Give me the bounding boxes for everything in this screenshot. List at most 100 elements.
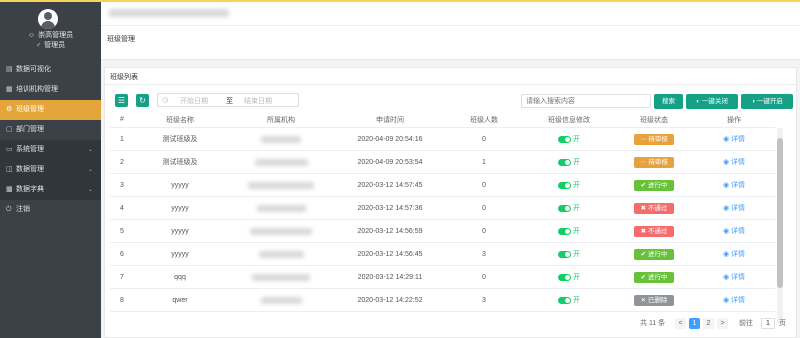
search-input[interactable] xyxy=(521,94,651,108)
edit-toggle-switch[interactable]: 开 xyxy=(558,134,580,144)
detail-link[interactable]: ◉ 详情 xyxy=(723,272,745,282)
obscured-org xyxy=(250,227,312,235)
switch-label: 开 xyxy=(573,136,580,143)
search-button[interactable]: 搜索 xyxy=(654,94,683,109)
page-unit-label: 页 xyxy=(779,320,786,327)
sidebar: ☺ 崇高管理员 ♂ 管理员 ▤ 数据可视化 ▦ 培训机构管理 ⚙ 班级管理 ▢ 部门管理 ▭… xyxy=(0,2,101,338)
date-range-picker[interactable]: ◷ 开始日期 至 结束日期 xyxy=(157,93,299,107)
edit-toggle-switch[interactable]: 开 xyxy=(558,295,580,305)
table-row: 3 yyyyy 2020-03-12 14:57:45 0 开 ✔ 进行中 ◉ 详情 xyxy=(110,174,775,197)
edit-toggle-switch[interactable]: 开 xyxy=(558,157,580,167)
class-name: yyyyy xyxy=(171,227,189,235)
column-header: 班级名称 xyxy=(166,116,194,124)
row-number: 3 xyxy=(120,181,124,189)
org-name xyxy=(226,220,336,242)
column-header: 操作 xyxy=(727,116,741,124)
user-role-row: ♂ 管理员 xyxy=(0,40,101,50)
status-text: 进行中 xyxy=(647,273,668,281)
eye-icon: ◉ xyxy=(722,182,732,189)
sidebar-item-classes[interactable]: ⚙ 班级管理 xyxy=(0,100,101,120)
switch-label: 开 xyxy=(573,182,580,189)
table-row: 5 yyyyy 2020-03-12 14:56:59 0 开 ✖ 不通过 ◉ 详情 xyxy=(110,220,775,243)
sidebar-item-visualization[interactable]: ▤ 数据可视化 xyxy=(0,60,101,80)
switch-label: 开 xyxy=(573,274,580,281)
status-badge: ✕ 已删除 xyxy=(634,294,674,306)
detail-link[interactable]: ◉ 详情 xyxy=(723,295,745,305)
sidebar-item-dictionary[interactable]: ▩ 数据字典 ⌄ xyxy=(0,180,101,200)
apply-time: 2020-03-12 14:57:45 xyxy=(357,181,423,189)
eye-icon: ◉ xyxy=(722,274,732,281)
date-end-input[interactable]: 结束日期 xyxy=(244,96,272,106)
org-name xyxy=(226,151,336,173)
column-header: # xyxy=(120,116,124,123)
edit-toggle-switch[interactable]: 开 xyxy=(558,180,580,190)
switch-track xyxy=(558,158,571,166)
action-cell: ◉ 详情 xyxy=(694,197,774,219)
detail-link[interactable]: ◉ 详情 xyxy=(723,249,745,259)
obscured-org xyxy=(261,135,301,143)
sidebar-item-system[interactable]: ▭ 系统管理 ⌄ xyxy=(0,140,101,160)
sidebar-item-institutions[interactable]: ▦ 培训机构管理 xyxy=(0,80,101,100)
sidebar-item-departments[interactable]: ▢ 部门管理 xyxy=(0,120,101,140)
table-scrollbar[interactable] xyxy=(777,128,783,323)
detail-link[interactable]: ◉ 详情 xyxy=(723,180,745,190)
book-icon: ▩ xyxy=(6,186,13,193)
calendar-icon: ◷ xyxy=(162,97,169,104)
scrollbar-thumb[interactable] xyxy=(777,138,783,288)
sidebar-item-logout[interactable]: ⏻ 注销 xyxy=(0,200,101,220)
action-cell: ◉ 详情 xyxy=(694,151,774,173)
edit-switch-cell: 开 xyxy=(524,197,614,219)
org-name xyxy=(226,266,336,288)
status-cell: ✔ 进行中 xyxy=(614,266,694,288)
class-size: 1 xyxy=(482,158,486,166)
status-badge: ✔ 进行中 xyxy=(634,271,674,283)
class-name: yyyyy xyxy=(171,181,189,189)
detail-link[interactable]: ◉ 详情 xyxy=(723,134,745,144)
class-size: 3 xyxy=(482,250,486,258)
close-all-button[interactable]: ◐ 一键关闭 xyxy=(686,94,738,109)
date-start-input[interactable]: 开始日期 xyxy=(180,96,208,106)
prev-page-button[interactable]: < xyxy=(675,318,686,329)
edit-toggle-switch[interactable]: 开 xyxy=(558,249,580,259)
column-header: 班级状态 xyxy=(640,116,668,124)
eye-icon: ◉ xyxy=(722,159,732,166)
sidebar-item-data[interactable]: ◫ 数据管理 ⌄ xyxy=(0,160,101,180)
divider xyxy=(105,84,796,85)
column-header: 所属机构 xyxy=(267,116,295,124)
org-name xyxy=(226,174,336,196)
page-2-button[interactable]: 2 xyxy=(703,318,714,329)
class-name: yyyyy xyxy=(171,250,189,258)
class-name: 测试班级及 xyxy=(162,136,198,143)
action-cell: ◉ 详情 xyxy=(694,128,774,150)
edit-toggle-switch[interactable]: 开 xyxy=(558,226,580,236)
goto-page-input[interactable]: 1 xyxy=(761,318,775,329)
chevron-down-icon: ⌄ xyxy=(87,167,93,173)
detail-link[interactable]: ◉ 详情 xyxy=(723,203,745,213)
status-text: 不通过 xyxy=(647,204,668,212)
class-name: yyyyy xyxy=(171,204,189,212)
monitor-icon: ▭ xyxy=(6,146,13,153)
detail-link[interactable]: ◉ 详情 xyxy=(723,226,745,236)
page-1-button[interactable]: 1 xyxy=(689,318,700,329)
detail-link[interactable]: ◉ 详情 xyxy=(723,157,745,167)
next-page-button[interactable]: > xyxy=(717,318,728,329)
edit-toggle-switch[interactable]: 开 xyxy=(558,272,580,282)
row-number: 2 xyxy=(120,158,124,166)
row-number: 7 xyxy=(120,273,124,281)
eye-icon: ◉ xyxy=(722,205,732,212)
switch-label: 开 xyxy=(573,228,580,235)
status-cell: ⋯ 待审核 xyxy=(614,128,694,150)
table-row: 2 测试班级及 2020-04-09 20:53:54 1 开 ⋯ 待审核 ◉ 详情 xyxy=(110,151,775,174)
top-bar xyxy=(101,2,800,26)
edit-toggle-switch[interactable]: 开 xyxy=(558,203,580,213)
refresh-button[interactable]: ↻ xyxy=(136,94,149,107)
role-icon: ♂ xyxy=(35,42,42,49)
eye-icon: ◉ xyxy=(722,297,732,304)
apply-time: 2020-03-12 14:56:59 xyxy=(357,227,423,235)
status-text: 进行中 xyxy=(647,181,668,189)
menu-toggle-button[interactable]: ☰ xyxy=(115,94,128,107)
open-all-button[interactable]: ◑ 一键开启 xyxy=(741,94,793,109)
avatar[interactable] xyxy=(38,9,58,29)
table-row: 8 qwer 2020-03-12 14:22:52 3 开 ✕ 已删除 ◉ 详情 xyxy=(110,289,775,312)
building-icon: ▦ xyxy=(6,86,13,93)
